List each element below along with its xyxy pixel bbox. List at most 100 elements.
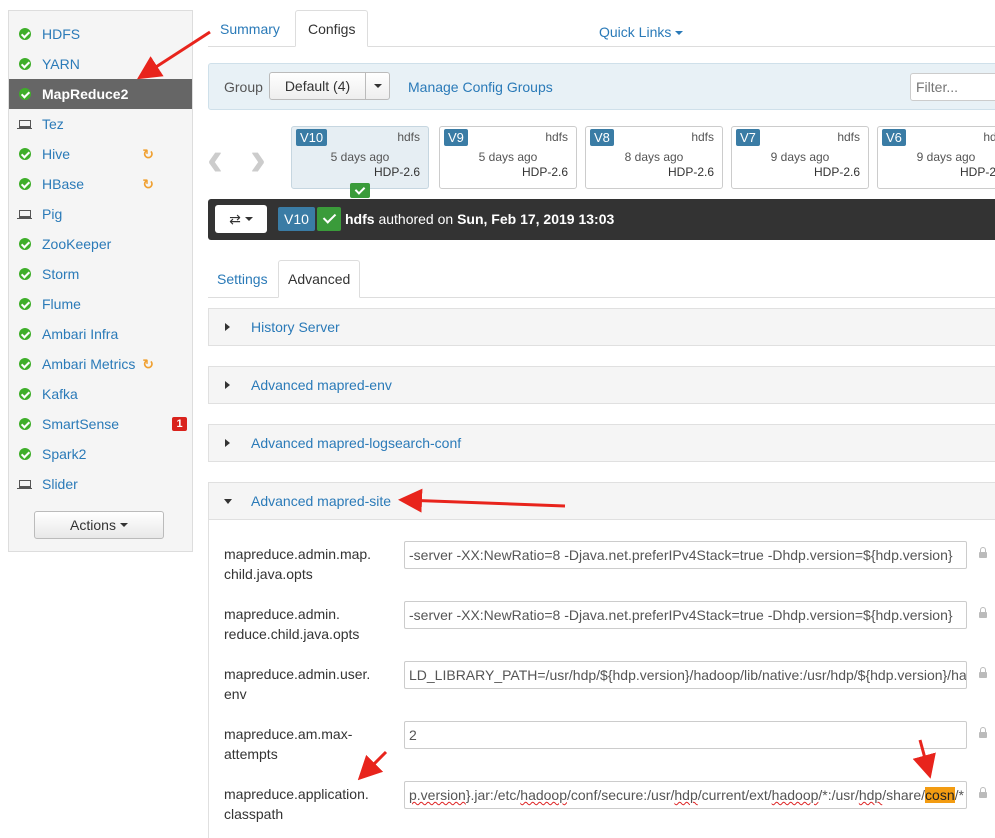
refresh-icon[interactable]: ↻ [142, 176, 154, 193]
version-box[interactable]: V6 hdfs 9 days agoHDP-2.6 [877, 126, 995, 189]
alert-badge[interactable]: 1 [172, 417, 187, 431]
quick-links-label: Quick Links [599, 24, 672, 40]
caret-down-icon [224, 499, 232, 504]
version-age: 8 days ago [624, 150, 684, 164]
sidebar-item-label: Ambari Metrics [42, 356, 136, 372]
refresh-icon[interactable]: ↻ [142, 356, 154, 373]
version-stack: HDP-2.6 [521, 165, 568, 179]
filter-input[interactable] [910, 73, 995, 101]
sidebar-item-label: Spark2 [42, 446, 87, 462]
current-version-tag: V10 [278, 207, 315, 231]
sidebar-item-kafka[interactable]: Kafka [9, 379, 192, 409]
check-circle-icon [19, 238, 31, 250]
config-section-header[interactable]: Advanced mapred-logsearch-conf [208, 424, 995, 462]
tab-configs[interactable]: Configs [295, 10, 369, 47]
version-box[interactable]: V8 hdfs 8 days ago HDP-2.6 [585, 126, 723, 189]
next-version-arrow-icon[interactable]: › [250, 136, 266, 184]
property-value-input[interactable]: -server -XX:NewRatio=8 -Djava.net.prefer… [404, 601, 967, 629]
version-author: hdfs [545, 130, 568, 144]
sidebar-item-hbase[interactable]: HBase ↻ [9, 169, 192, 199]
property-name: mapreduce.application. classpath [224, 786, 369, 822]
sidebar-item-hive[interactable]: Hive ↻ [9, 139, 192, 169]
version-tag: V6 [882, 129, 906, 146]
check-circle-icon [19, 88, 31, 100]
version-age: 9 days ago [770, 150, 830, 164]
prev-version-arrow-icon[interactable]: ‹ [207, 136, 223, 184]
property-name: mapreduce.admin.map. child.java.opts [224, 546, 372, 582]
caret-right-icon [225, 323, 230, 331]
sidebar-item-flume[interactable]: Flume [9, 289, 192, 319]
tab-summary[interactable]: Summary [208, 10, 292, 47]
check-circle-icon [19, 58, 31, 70]
property-value-input[interactable]: p.version}.jar:/etc/hadoop/conf/secure:/… [404, 781, 967, 809]
config-section-title: Advanced mapred-env [251, 377, 392, 393]
version-author: hdfs [397, 130, 420, 144]
version-tag: V8 [590, 129, 614, 146]
version-age: 5 days ago [478, 150, 538, 164]
version-author: hdfs [983, 130, 995, 144]
sidebar-item-storm[interactable]: Storm [9, 259, 192, 289]
sidebar-item-pig[interactable]: Pig [9, 199, 192, 229]
version-date: Sun, Feb 17, 2019 13:03 [457, 211, 615, 227]
compare-versions-button[interactable]: ⇄ [215, 205, 267, 233]
check-circle-icon [19, 358, 31, 370]
sidebar-item-smartsense[interactable]: SmartSense 1 [9, 409, 192, 439]
property-name: mapreduce.am.max- attempts [224, 726, 353, 762]
property-value-input[interactable]: LD_LIBRARY_PATH=/usr/hdp/${hdp.version}/… [404, 661, 967, 689]
sidebar-item-slider[interactable]: Slider [9, 469, 192, 499]
sidebar-item-ambari-metrics[interactable]: Ambari Metrics ↻ [9, 349, 192, 379]
config-section-header[interactable]: Advanced mapred-env [208, 366, 995, 404]
config-section-title: History Server [251, 319, 340, 335]
sidebar-item-zookeeper[interactable]: ZooKeeper [9, 229, 192, 259]
lock-icon [979, 667, 987, 678]
sidebar-item-hdfs[interactable]: HDFS [9, 19, 192, 49]
refresh-icon[interactable]: ↻ [142, 146, 154, 163]
version-author: hdfs [837, 130, 860, 144]
property-value-input[interactable]: 2 [404, 721, 967, 749]
sidebar-item-yarn[interactable]: YARN [9, 49, 192, 79]
lock-icon [979, 607, 987, 618]
sidebar-item-ambari-infra[interactable]: Ambari Infra [9, 319, 192, 349]
laptop-icon [17, 208, 32, 220]
sidebar-item-spark2[interactable]: Spark2 [9, 439, 192, 469]
value-segment: /current/ext/ [697, 787, 772, 803]
current-version-check-icon [350, 183, 370, 198]
authored-on-label: authored on [378, 211, 454, 227]
sidebar-item-label: SmartSense [42, 416, 120, 432]
manage-config-groups-link[interactable]: Manage Config Groups [408, 79, 553, 95]
version-box[interactable]: V10 hdfs 5 days ago HDP-2.6 [291, 126, 429, 189]
sidebar-item-label: HBase [42, 176, 85, 192]
version-box[interactable]: V7 hdfs 9 days ago HDP-2.6 [731, 126, 869, 189]
check-circle-icon [19, 448, 31, 460]
actions-button[interactable]: Actions [34, 511, 164, 539]
sidebar-item-label: Ambari Infra [42, 326, 119, 342]
group-select-toggle[interactable] [366, 73, 389, 99]
version-box[interactable]: V9 hdfs 5 days ago HDP-2.6 [439, 126, 577, 189]
tab-settings[interactable]: Settings [208, 260, 277, 298]
quick-links-dropdown[interactable]: Quick Links [599, 24, 684, 40]
check-circle-icon [19, 28, 31, 40]
lock-icon [979, 547, 987, 558]
value-segment: /conf/secure:/usr/ [567, 787, 675, 803]
current-version-check-icon [317, 207, 341, 231]
check-circle-icon [19, 268, 31, 280]
version-stack: HDP-2.6 [667, 165, 714, 179]
caret-right-icon [225, 381, 230, 389]
group-select[interactable]: Default (4) [269, 72, 390, 100]
version-tag: V10 [296, 129, 328, 146]
version-tag: V9 [444, 129, 468, 146]
sidebar-item-mapreduce2[interactable]: MapReduce2 [9, 79, 192, 109]
property-value-input[interactable]: -server -XX:NewRatio=8 -Djava.net.prefer… [404, 541, 967, 569]
value-segment: hadoop [771, 787, 819, 803]
config-section-header[interactable]: History Server [208, 308, 995, 346]
tab-advanced[interactable]: Advanced [278, 260, 361, 298]
chevron-down-icon [675, 31, 684, 36]
version-info-bar: ⇄ V10 hdfs authored on Sun, Feb 17, 2019… [208, 199, 995, 240]
config-section-header[interactable]: Advanced mapred-site [208, 482, 995, 520]
version-stack: HDP-2.6 [959, 165, 995, 179]
check-circle-icon [19, 148, 31, 160]
value-segment: }.jar:/etc/ [465, 787, 521, 803]
actions-label: Actions [70, 517, 116, 533]
sidebar-item-tez[interactable]: Tez [9, 109, 192, 139]
service-sidebar: HDFS YARN MapReduce2 Tez Hive ↻ HBase ↻ Pig ZooKe… [8, 10, 193, 552]
